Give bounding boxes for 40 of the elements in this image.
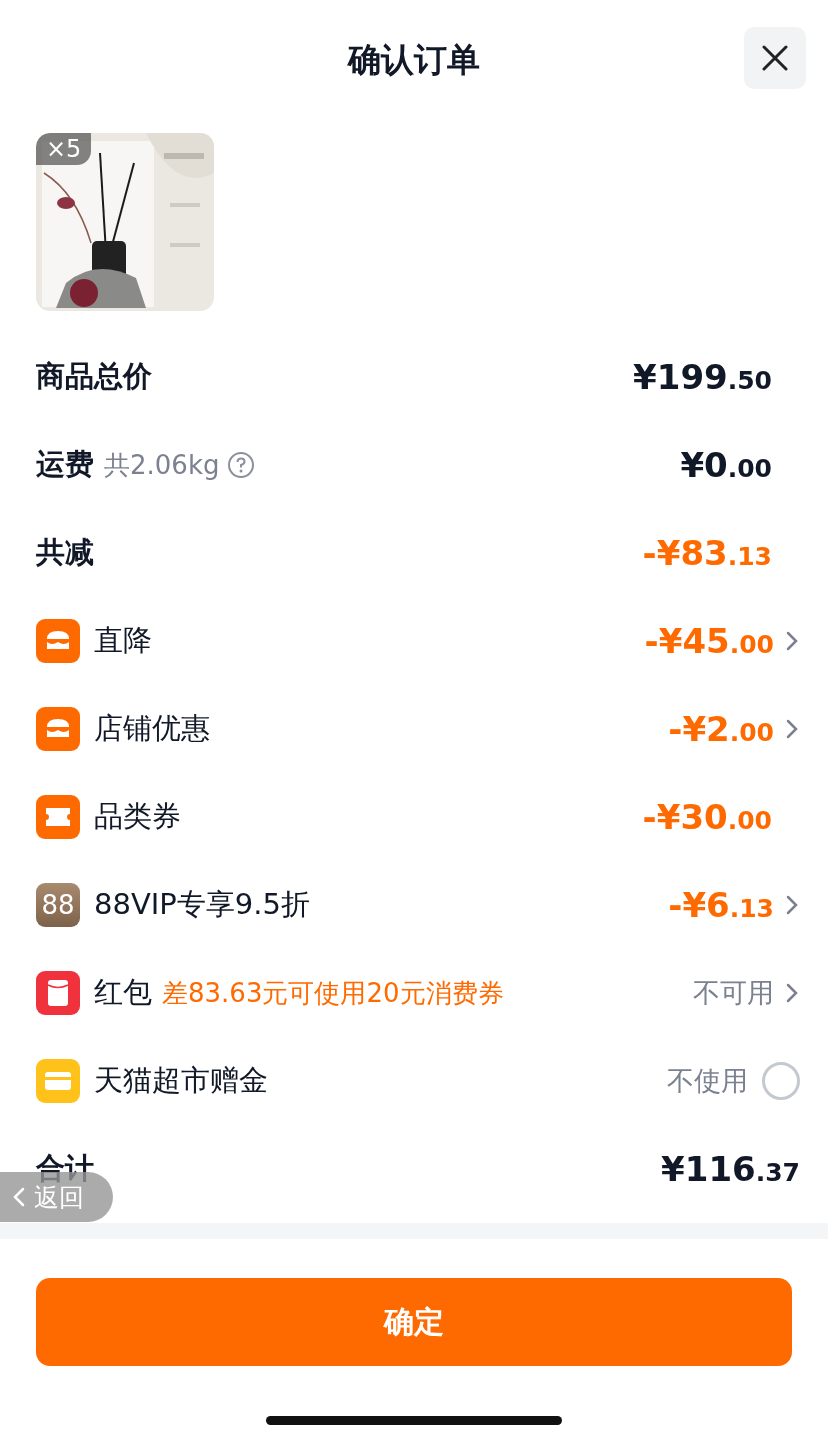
vip-badge: 88 xyxy=(36,883,80,927)
help-icon[interactable] xyxy=(227,451,256,479)
quantity-badge: ×5 xyxy=(36,133,92,165)
amount: -¥2.00 xyxy=(668,709,774,749)
amount: ¥0.00 xyxy=(680,445,772,485)
shop-icon xyxy=(36,619,80,663)
row-label: 红包 xyxy=(94,974,152,1011)
page-title: 确认订单 xyxy=(348,38,480,81)
amount: -¥30.00 xyxy=(642,797,772,837)
radio-button[interactable] xyxy=(762,1062,800,1100)
confirm-button[interactable]: 确定 xyxy=(36,1278,792,1366)
status-text: 不可用 xyxy=(693,976,774,1010)
ticket-icon xyxy=(36,795,80,839)
wallet-icon xyxy=(36,1059,80,1103)
status-text: 不使用 xyxy=(667,1064,748,1098)
shop-icon xyxy=(36,707,80,751)
row-label: 直降 xyxy=(94,622,152,659)
amount: ¥116.37 xyxy=(661,1149,800,1189)
amount: -¥83.13 xyxy=(642,533,772,573)
chevron-icon[interactable] xyxy=(784,629,800,653)
row-label: 运费 xyxy=(36,446,94,483)
weight-note: 共2.06kg xyxy=(104,448,220,482)
row-label: 88VIP专享9.5折 xyxy=(94,886,310,923)
back-button[interactable]: 返回 xyxy=(0,1172,113,1222)
row-label: 共减 xyxy=(36,534,94,571)
chevron-icon[interactable] xyxy=(784,893,800,917)
chevron-icon[interactable] xyxy=(784,981,800,1005)
amount: -¥45.00 xyxy=(644,621,774,661)
back-icon xyxy=(12,1186,26,1208)
row-label: 品类券 xyxy=(94,798,181,835)
hint-text: 差83.63元可使用20元消费券 xyxy=(162,976,504,1010)
row-label: 天猫超市赠金 xyxy=(94,1062,268,1099)
close-icon xyxy=(761,44,789,72)
row-label: 店铺优惠 xyxy=(94,710,210,747)
chevron-icon[interactable] xyxy=(784,717,800,741)
envelope-icon xyxy=(36,971,80,1015)
amount: -¥6.13 xyxy=(668,885,774,925)
row-label: 商品总价 xyxy=(36,358,152,395)
close-button[interactable] xyxy=(744,27,806,89)
amount: ¥199.50 xyxy=(633,357,772,397)
